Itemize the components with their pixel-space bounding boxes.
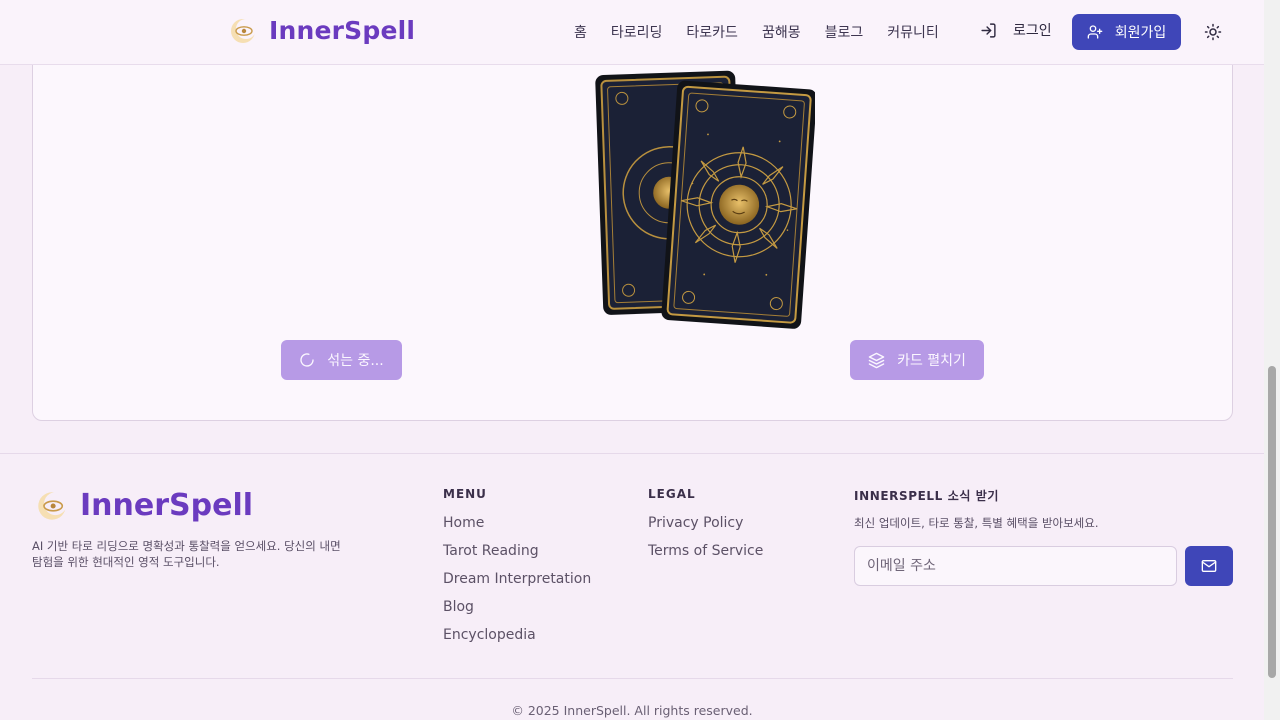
mail-icon bbox=[1201, 560, 1217, 572]
newsletter-title: INNERSPELL 소식 받기 bbox=[854, 489, 1000, 503]
user-plus-icon bbox=[1087, 25, 1103, 39]
nav-dream[interactable]: 꿈해몽 bbox=[762, 22, 801, 42]
spread-cards-button[interactable]: 카드 펼치기 bbox=[850, 340, 984, 380]
sun-icon[interactable] bbox=[1204, 23, 1222, 41]
spread-label: 카드 펼치기 bbox=[897, 353, 966, 369]
loader-icon bbox=[300, 353, 314, 367]
eye-moon-logo-icon bbox=[231, 18, 256, 43]
shuffle-label: 섞는 중... bbox=[327, 353, 384, 369]
footer-menu: MENU Home Tarot Reading Dream Interpreta… bbox=[443, 487, 591, 655]
nav-community[interactable]: 커뮤니티 bbox=[887, 22, 939, 42]
nav-blog[interactable]: 블로그 bbox=[825, 22, 864, 42]
footer-menu-title: MENU bbox=[443, 487, 487, 501]
newsletter-subscribe-button[interactable] bbox=[1185, 546, 1233, 586]
footer-link-blog[interactable]: Blog bbox=[443, 599, 591, 617]
footer-link-home[interactable]: Home bbox=[443, 515, 591, 533]
brand-link[interactable]: InnerSpell bbox=[229, 16, 415, 45]
footer-link-dream[interactable]: Dream Interpretation bbox=[443, 571, 591, 589]
nav-tarot-reading[interactable]: 타로리딩 bbox=[611, 22, 663, 42]
newsletter-description: 최신 업데이트, 타로 통찰, 특별 혜택을 받아보세요. bbox=[854, 516, 1099, 530]
footer-top-border bbox=[0, 453, 1264, 454]
footer-legal-title: LEGAL bbox=[648, 487, 696, 501]
brand-name: InnerSpell bbox=[269, 16, 416, 45]
signup-button[interactable]: 회원가입 bbox=[1072, 14, 1181, 50]
login-button[interactable]: 로그인 bbox=[980, 20, 1052, 40]
log-in-icon bbox=[981, 22, 996, 38]
footer-divider bbox=[32, 678, 1233, 679]
login-label: 로그인 bbox=[1013, 23, 1052, 39]
footer-link-tarot-reading[interactable]: Tarot Reading bbox=[443, 543, 591, 561]
nav-tarot-cards[interactable]: 타로카드 bbox=[686, 22, 738, 42]
page-scrollbar[interactable] bbox=[1264, 0, 1280, 720]
main-nav: 홈 타로리딩 타로카드 꿈해몽 블로그 커뮤니티 bbox=[574, 0, 939, 64]
eye-moon-logo-icon bbox=[38, 491, 67, 520]
signup-label: 회원가입 bbox=[1114, 25, 1167, 41]
footer-link-terms[interactable]: Terms of Service bbox=[648, 543, 763, 561]
footer-brand-name: InnerSpell bbox=[80, 488, 254, 523]
layers-icon bbox=[868, 352, 885, 368]
footer-legal: LEGAL Privacy Policy Terms of Service bbox=[648, 487, 763, 571]
shuffle-button[interactable]: 섞는 중... bbox=[281, 340, 402, 380]
copyright-text: © 2025 InnerSpell. All rights reserved. bbox=[511, 703, 753, 718]
tarot-reading-card: 섞는 중... 카드 펼치기 bbox=[32, 20, 1233, 421]
footer-description: AI 기반 타로 리딩으로 명확성과 통찰력을 얻으세요. 당신의 내면 탐험을… bbox=[32, 539, 341, 569]
tarot-deck-image bbox=[595, 70, 815, 329]
nav-home[interactable]: 홈 bbox=[574, 22, 587, 42]
footer-brand[interactable]: InnerSpell bbox=[36, 488, 253, 523]
site-header: InnerSpell 홈 타로리딩 타로카드 꿈해몽 블로그 커뮤니티 로그인 … bbox=[0, 0, 1264, 65]
footer-link-privacy[interactable]: Privacy Policy bbox=[648, 515, 763, 533]
scrollbar-thumb[interactable] bbox=[1268, 366, 1276, 678]
footer-link-encyclopedia[interactable]: Encyclopedia bbox=[443, 627, 591, 645]
newsletter-email-input[interactable] bbox=[854, 546, 1177, 586]
